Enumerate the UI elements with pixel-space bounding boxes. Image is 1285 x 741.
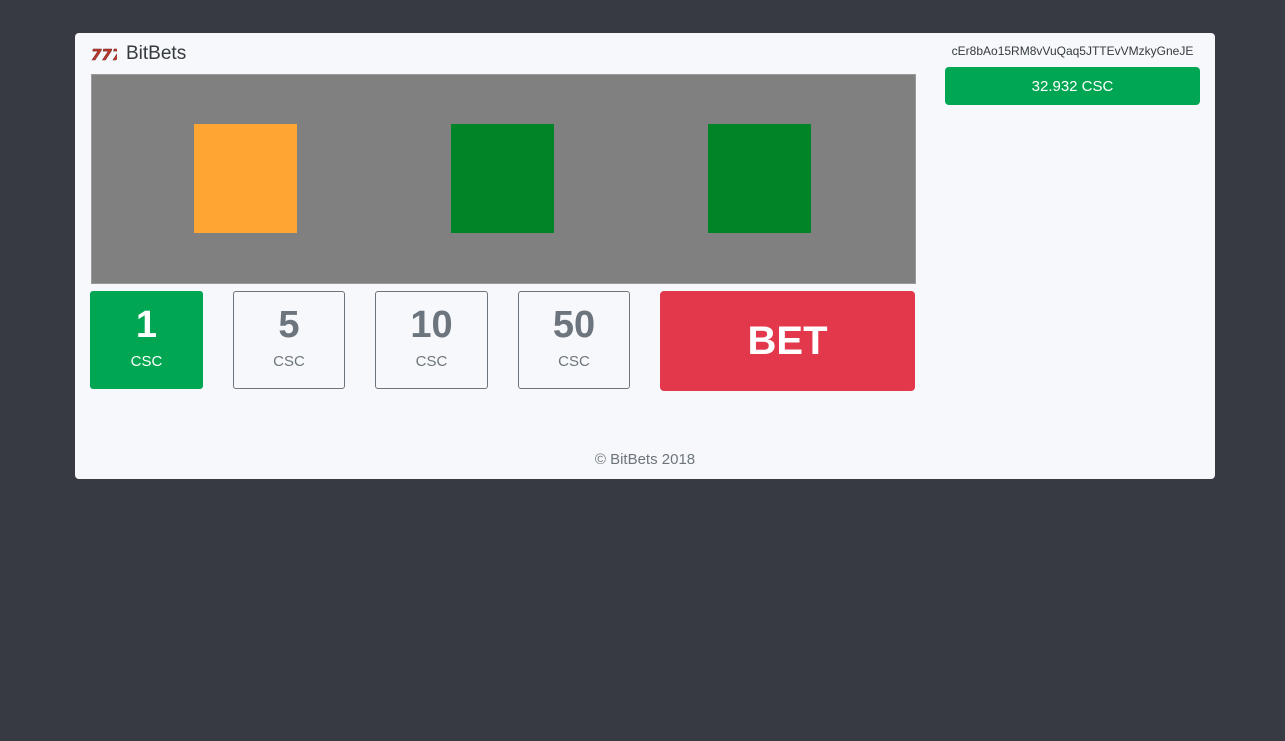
bet-amount-10-button[interactable]: 10 CSC (375, 291, 488, 389)
slot-reels (91, 74, 916, 284)
app-name: BitBets (126, 43, 187, 64)
bet-amount-value: 10 (410, 304, 453, 346)
bet-amount-unit: CSC (273, 353, 305, 370)
brand[interactable]: 777 BitBets (90, 42, 187, 66)
slot-777-icon: 777 (91, 46, 117, 63)
reel-1 (194, 124, 297, 233)
bet-amount-50-button[interactable]: 50 CSC (518, 291, 630, 389)
bet-button[interactable]: BET (660, 291, 915, 391)
bet-amount-value: 1 (135, 304, 158, 346)
bet-amount-value: 50 (552, 304, 596, 346)
bet-amount-1-button[interactable]: 1 CSC (90, 291, 203, 389)
bet-amount-unit: CSC (130, 353, 163, 370)
svg-text:777: 777 (91, 46, 117, 63)
footer-copyright: © BitBets 2018 (594, 451, 696, 468)
bet-amount-unit: CSC (558, 353, 590, 370)
bet-amount-value: 5 (278, 304, 300, 346)
bet-amount-unit: CSC (415, 353, 448, 370)
bet-amount-5-button[interactable]: 5 CSC (233, 291, 345, 389)
balance-badge: 32.932 CSC (945, 67, 1200, 105)
wallet-address: cEr8bAo15RM8vVuQaq5JTTEvVMzkyGneJE (951, 44, 1194, 58)
reel-2 (451, 124, 554, 233)
main-panel: 777 BitBets 1 CSC 5 CSC 10 CSC 50 CSC BE… (75, 33, 1215, 479)
reel-3 (708, 124, 811, 233)
